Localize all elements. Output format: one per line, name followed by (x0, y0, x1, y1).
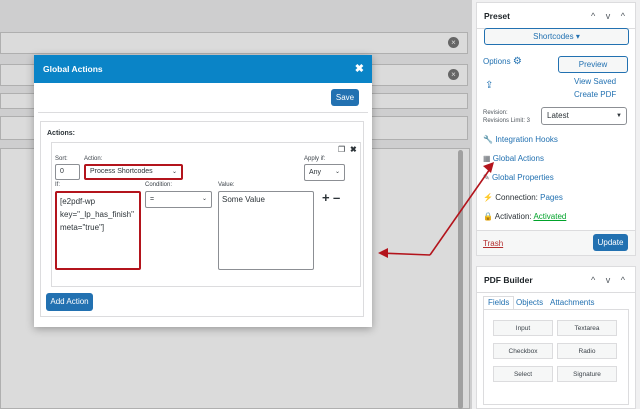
annotation-arrow-line (429, 165, 493, 256)
annotation-arrows (378, 162, 494, 258)
arrowhead-icon (378, 248, 388, 258)
